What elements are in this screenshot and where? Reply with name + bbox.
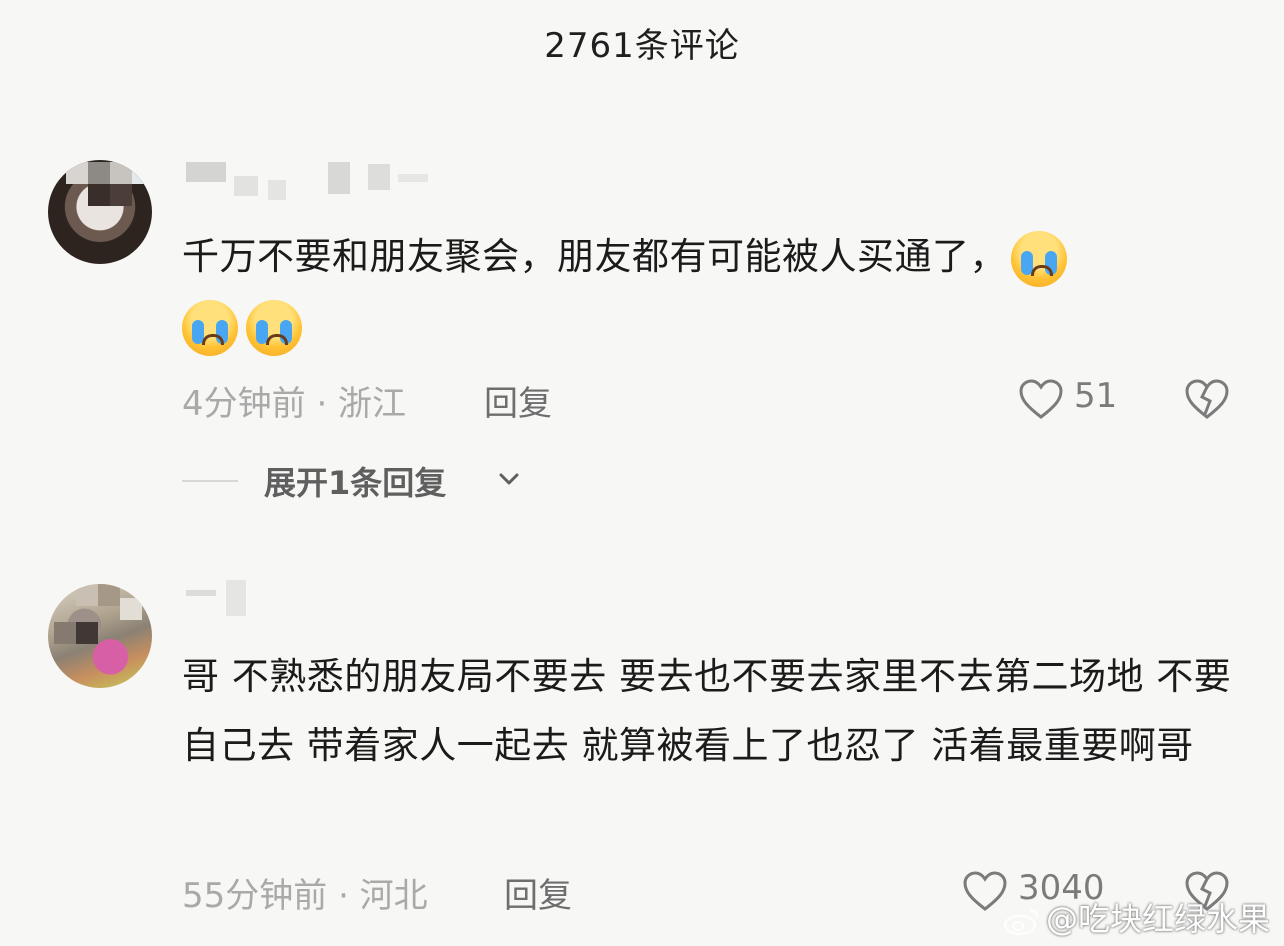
reply-button[interactable]: 回复 — [504, 868, 572, 917]
comment-time-location: 55分钟前 · 河北 — [182, 876, 428, 916]
divider-line — [182, 480, 238, 482]
like-count: 51 — [1074, 376, 1118, 416]
like-button[interactable]: 51 — [1018, 376, 1138, 422]
chevron-down-icon — [499, 473, 519, 485]
reply-button[interactable]: 回复 — [484, 376, 552, 425]
comment-body: 千万不要和朋友聚会，朋友都有可能被人买通了， — [182, 235, 1007, 278]
watermark: @吃块红绿水果 — [1002, 894, 1270, 940]
comment-item: 千万不要和朋友聚会，朋友都有可能被人买通了， 4分钟前 · 浙江 回复 51 展… — [0, 160, 1284, 520]
loudly-crying-face-icon — [182, 299, 238, 356]
comment-text: 哥 不熟悉的朋友局不要去 要去也不要去家里不去第二场地 不要自己去 带着家人一起… — [182, 655, 1232, 767]
heart-icon — [1019, 379, 1063, 419]
comment-item: 哥 不熟悉的朋友局不要去 要去也不要去家里不去第二场地 不要自己去 带着家人一起… — [0, 578, 1284, 918]
expand-replies-label: 展开1条回复 — [264, 464, 447, 502]
watermark-text: @吃块红绿水果 — [1045, 900, 1270, 938]
weibo-logo-icon — [1003, 908, 1039, 936]
loudly-crying-face-icon — [246, 299, 302, 356]
dislike-broken-heart-icon[interactable] — [1184, 378, 1230, 420]
username-blurred[interactable] — [182, 158, 462, 200]
avatar[interactable] — [48, 160, 152, 264]
expand-replies-button[interactable]: 展开1条回复 — [182, 458, 682, 502]
avatar[interactable] — [48, 584, 152, 688]
username-blurred[interactable] — [182, 580, 462, 620]
comments-header-title: 2761条评论 — [544, 26, 740, 66]
comment-meta-row: 4分钟前 · 浙江 回复 51 — [182, 376, 1242, 425]
loudly-crying-face-icon — [1011, 230, 1067, 287]
comment-text: 千万不要和朋友聚会，朋友都有可能被人买通了， — [182, 222, 1242, 360]
comment-time-location: 4分钟前 · 浙江 — [182, 384, 407, 424]
